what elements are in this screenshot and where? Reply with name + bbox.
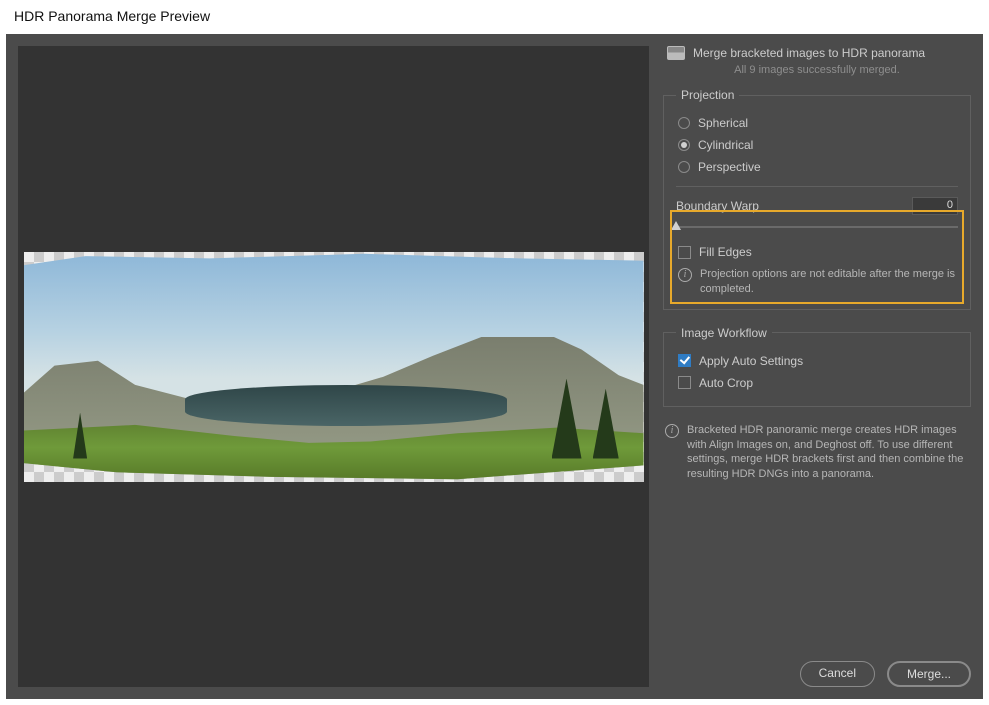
panorama-preview[interactable]	[24, 252, 644, 482]
merge-button[interactable]: Merge...	[887, 661, 971, 687]
radio-label: Spherical	[698, 116, 748, 130]
radio-icon	[678, 139, 690, 151]
projection-spherical[interactable]: Spherical	[676, 112, 958, 134]
projection-info: Projection options are not editable afte…	[700, 267, 956, 297]
projection-group: Projection Spherical Cylindrical Perspec…	[663, 88, 971, 310]
info-icon: i	[678, 268, 692, 282]
cancel-button[interactable]: Cancel	[800, 661, 875, 687]
workflow-group: Image Workflow Apply Auto Settings Auto …	[663, 326, 971, 407]
dialog-body: Merge bracketed images to HDR panorama A…	[6, 34, 983, 699]
radio-icon	[678, 117, 690, 129]
projection-perspective[interactable]: Perspective	[676, 156, 958, 178]
merge-heading: Merge bracketed images to HDR panorama	[693, 46, 925, 60]
checkbox-icon	[678, 246, 691, 259]
boundary-warp-value[interactable]: 0	[912, 197, 958, 215]
info-icon: i	[665, 424, 679, 438]
radio-label: Perspective	[698, 160, 761, 174]
radio-label: Cylindrical	[698, 138, 753, 152]
hdr-panorama-icon	[667, 46, 685, 60]
checkbox-label: Fill Edges	[699, 245, 752, 259]
footer-info: Bracketed HDR panoramic merge creates HD…	[687, 423, 969, 482]
projection-legend: Projection	[676, 88, 739, 102]
fill-edges-checkbox[interactable]: Fill Edges	[676, 241, 958, 263]
merge-status: All 9 images successfully merged.	[663, 64, 971, 84]
checkbox-icon	[678, 376, 691, 389]
checkbox-label: Apply Auto Settings	[699, 354, 803, 368]
apply-auto-settings-checkbox[interactable]: Apply Auto Settings	[676, 350, 958, 372]
window-title: HDR Panorama Merge Preview	[0, 0, 989, 34]
auto-crop-checkbox[interactable]: Auto Crop	[676, 372, 958, 394]
options-panel: Merge bracketed images to HDR panorama A…	[663, 46, 971, 687]
boundary-warp-slider[interactable]	[676, 219, 958, 235]
checkbox-icon	[678, 354, 691, 367]
workflow-legend: Image Workflow	[676, 326, 772, 340]
preview-pane	[18, 46, 649, 687]
boundary-warp-label: Boundary Warp	[676, 199, 759, 213]
radio-icon	[678, 161, 690, 173]
projection-cylindrical[interactable]: Cylindrical	[676, 134, 958, 156]
checkbox-label: Auto Crop	[699, 376, 753, 390]
slider-thumb-icon[interactable]	[671, 221, 681, 230]
